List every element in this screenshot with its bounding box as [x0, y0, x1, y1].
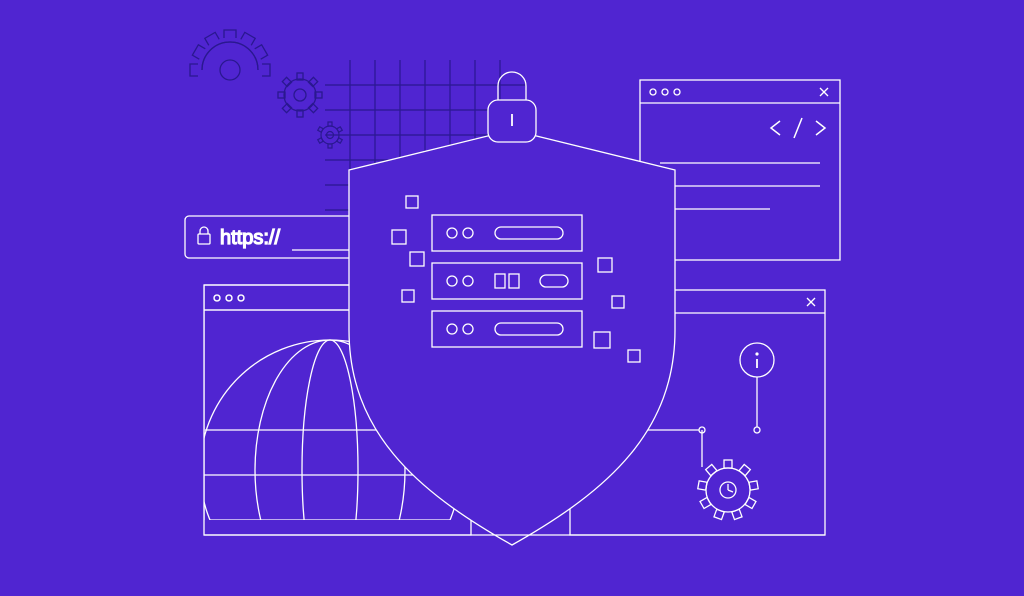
gear-dark-medium-icon [278, 73, 322, 117]
url-text: https:// [220, 227, 280, 249]
security-illustration: https:// [0, 0, 1024, 596]
padlock-icon [488, 72, 536, 142]
gear-dark-large-icon [190, 30, 270, 80]
